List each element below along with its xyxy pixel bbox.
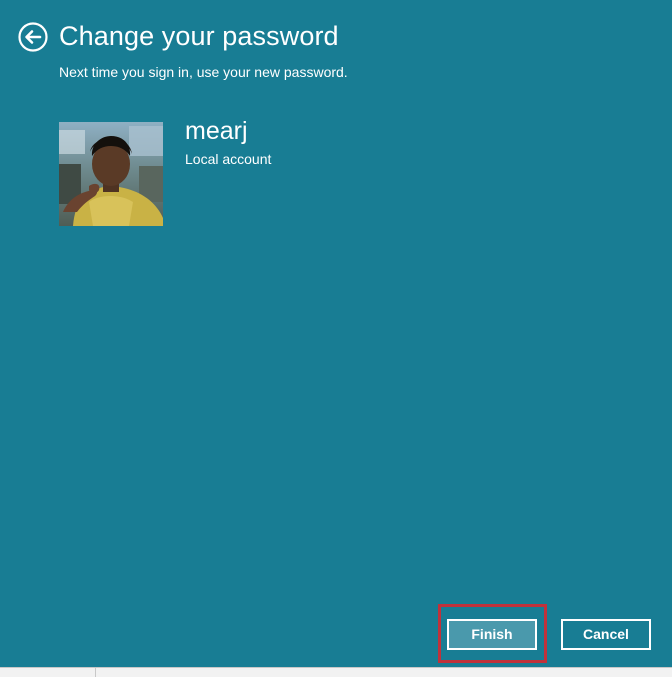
underlying-window-strip [0,667,672,677]
page-title: Change your password [59,21,339,51]
account-type-label: Local account [185,151,272,167]
finish-button[interactable]: Finish [447,619,537,650]
change-password-panel: Change your password Next time you sign … [0,0,672,677]
strip-divider [95,668,96,677]
back-arrow-circle-icon [18,22,48,52]
account-name: mearj [185,117,248,145]
back-button[interactable] [18,22,48,52]
account-avatar [59,122,163,226]
page-subtitle: Next time you sign in, use your new pass… [59,64,348,80]
cancel-button[interactable]: Cancel [561,619,651,650]
